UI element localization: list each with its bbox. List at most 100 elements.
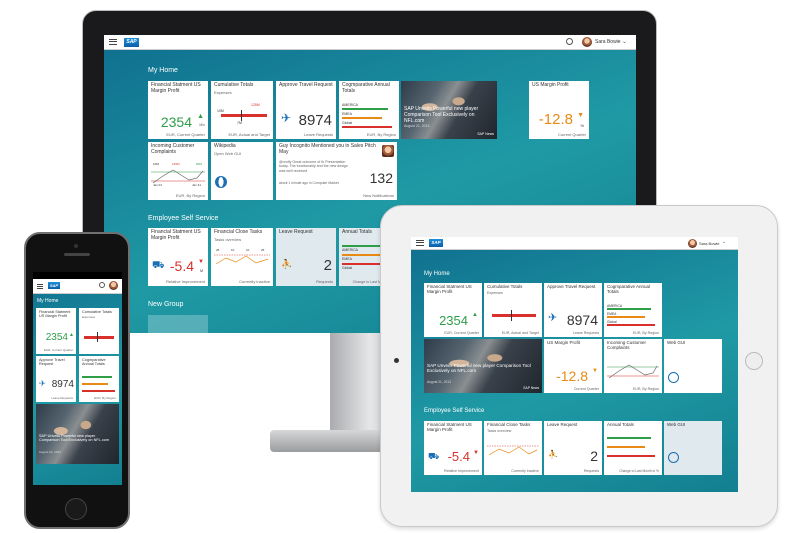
tile-footer: EUR, By Region [175, 193, 205, 198]
tile-title: US Margin Profit [547, 340, 581, 345]
tile-title: Financial Statment US Margin Profit [427, 422, 472, 432]
tile-footer: EUR, By Region [366, 132, 396, 137]
chevron-down-icon[interactable]: ⌄ [622, 38, 627, 45]
tile-title: Financial Statment US Margin Profit [427, 284, 472, 294]
tile-footer: Current Quarter [557, 132, 586, 137]
trend-down-icon: ▼ [198, 259, 204, 265]
tile-web-gui[interactable]: Web GUI [664, 339, 722, 393]
tile-financial-statement[interactable]: Financial Statment US Margin Profit 2354… [148, 81, 208, 139]
bar-label: 125M [251, 103, 260, 107]
avatar[interactable] [688, 239, 697, 248]
tile-approve-travel[interactable]: Approve Travel Request ✈ 8974 Leave Requ… [276, 81, 336, 139]
region-label: AMERICA [342, 248, 358, 252]
people-icon: ⛹ [548, 450, 558, 459]
empty-group-tile[interactable] [148, 315, 208, 333]
tile-footer: Leave Requests [573, 331, 599, 335]
region-label: Global [342, 121, 353, 125]
user-name[interactable]: Sara Bowie [699, 241, 719, 246]
tile-financial-statement[interactable]: Financial Statment US Margin Profit 2354… [36, 308, 76, 354]
tile-title: Cumulative Totals [214, 82, 254, 88]
tile-financial-statement[interactable]: Financial Statment US Margin Profit 2354… [424, 283, 482, 337]
phone-home-button[interactable] [65, 498, 87, 520]
tile-web-gui-2[interactable]: Web GUI [664, 421, 722, 475]
tile-comparative-totals[interactable]: Cogmparative Annual Totals AMERICA EMEA … [604, 283, 662, 337]
tile-financial-statement-2[interactable]: Financial Statment US Margin Profit ⛟ -5… [424, 421, 482, 475]
news-caption: SAP Unveils Powerful new player Comparis… [404, 106, 479, 124]
airplane-icon: ✈ [281, 111, 292, 125]
news-caption: SAP Unveils Powerful new player Comparis… [39, 434, 109, 443]
avatar[interactable] [582, 37, 592, 47]
tile-footer: New Notifications [363, 193, 394, 198]
tile-financial-close[interactable]: Financial Close Tasks Tasks overview Cur… [484, 421, 542, 475]
tile-cumulative-totals[interactable]: Cumulative Totals Expenses EUR, Actual a… [484, 283, 542, 337]
tile-news-photo[interactable]: SAP Unveils Powerful new player Comparis… [401, 81, 497, 139]
target-marker [97, 332, 98, 342]
tile-subtitle: Tasks overview [214, 237, 242, 242]
comparison-bar [82, 390, 115, 392]
tile-wikipedia[interactable]: Wikipedia Open Web GUI [211, 142, 273, 200]
tile-cumulative-totals[interactable]: Cumulative Totals Expenses [79, 308, 119, 354]
tile-footer: Relative Improvement [444, 469, 479, 473]
tile-footer: EUR, Actual and Target [501, 331, 539, 335]
tile-news-photo[interactable]: SAP Unveils Powerful new player Comparis… [424, 339, 542, 393]
chart-label: 10M [153, 162, 159, 166]
group-title-ess: Employee Self Service [424, 408, 485, 414]
menu-icon[interactable] [109, 39, 117, 45]
tile-news-photo[interactable]: SAP Unveils Powerful new player Comparis… [36, 404, 119, 464]
region-label: AMERICA [342, 103, 358, 107]
tablet-home-button[interactable] [745, 352, 763, 370]
line-chart [487, 445, 539, 456]
tile-footer: Leave Requests [51, 396, 73, 400]
trend-down-icon: ▼ [473, 450, 479, 456]
globe-icon [215, 176, 227, 188]
tile-comparative-totals[interactable]: Cogmparative Annual Totals AMERICA EMEA … [339, 81, 399, 139]
bullet-bar [84, 336, 114, 339]
tile-cumulative-totals[interactable]: Cumulative Totals Expenses 125M 10M 7M E… [211, 81, 273, 139]
shell-bar: SAP Sara Bowie ⌄ [411, 237, 738, 250]
tile-financial-close[interactable]: Financial Close Tasks Tasks overview 25 … [211, 228, 273, 286]
tile-approve-travel[interactable]: Approve Travel Request ✈ 8974 Leave Requ… [544, 283, 602, 337]
tile-financial-statement-2[interactable]: Financial Statment US Margin Profit ⛟ -5… [148, 228, 208, 286]
chevron-down-icon[interactable]: ⌄ [722, 239, 726, 245]
airplane-icon: ✈ [548, 312, 558, 324]
tile-comparative-totals[interactable]: Cogmparative Annual Totals EUR, By Regio… [79, 356, 119, 402]
avatar[interactable] [109, 281, 118, 290]
phone-camera [74, 244, 78, 248]
tile-title: Cogmparative Annual Totals [607, 284, 651, 294]
tile-subtitle: Tasks overview [487, 429, 512, 433]
tile-subtitle: Open Web GUI [214, 151, 242, 156]
tile-title: Cumulative Totals [487, 284, 523, 289]
comparison-bar [342, 126, 392, 128]
tile-footer: EUR, By Region [632, 331, 659, 335]
tile-leave-request[interactable]: Leave Request ⛹ 2 Requests [544, 421, 602, 475]
user-name[interactable]: Sara Bowie [595, 39, 621, 45]
tile-value: 2354 [160, 114, 192, 130]
tile-notification[interactable]: Guy Incognito Mentioned you in Sales Pit… [276, 142, 397, 200]
group-title-my-home: My Home [148, 67, 178, 74]
menu-icon[interactable] [37, 284, 43, 289]
tile-annual-totals[interactable]: Annual Totals Change to Last Month in % [604, 421, 662, 475]
tile-approve-travel[interactable]: Approve Travel Request ✈ 8974 Leave Requ… [36, 356, 76, 402]
sap-logo: SAP [429, 239, 443, 247]
tile-unit: % [580, 123, 584, 128]
tile-title: Financial Statment US Margin Profit [39, 310, 71, 319]
tile-title: Guy Incognito Mentioned you in Sales Pit… [279, 143, 376, 155]
tile-us-margin[interactable]: US Margin Profit -12.8 ▼ Current Quarter [544, 339, 602, 393]
tile-footer: EUR, By Region [632, 387, 659, 391]
search-icon[interactable] [99, 282, 105, 288]
tile-leave-request[interactable]: Leave Request ⛹ 2 Requests [276, 228, 336, 286]
menu-icon[interactable] [416, 240, 424, 246]
shell-bar: SAP [33, 272, 122, 294]
region-label: EMEA [342, 112, 352, 116]
group-title-new: New Group [148, 301, 184, 308]
tile-footer: Requests [583, 469, 599, 473]
avatar [382, 145, 394, 157]
chart-label: 10 [246, 248, 250, 252]
tile-customer-complaints[interactable]: Incoming Customer Complaints 10M 125M 50… [148, 142, 208, 200]
tile-customer-complaints[interactable]: Incoming Customer Complaints EUR, By Reg… [604, 339, 662, 393]
comparison-bar [607, 437, 651, 439]
tile-us-margin[interactable]: US Margin Profit -12.8 ▼ % Current Quart… [529, 81, 589, 139]
search-icon[interactable] [566, 38, 573, 45]
comparison-bar [607, 316, 645, 318]
comparison-bar [607, 446, 645, 448]
